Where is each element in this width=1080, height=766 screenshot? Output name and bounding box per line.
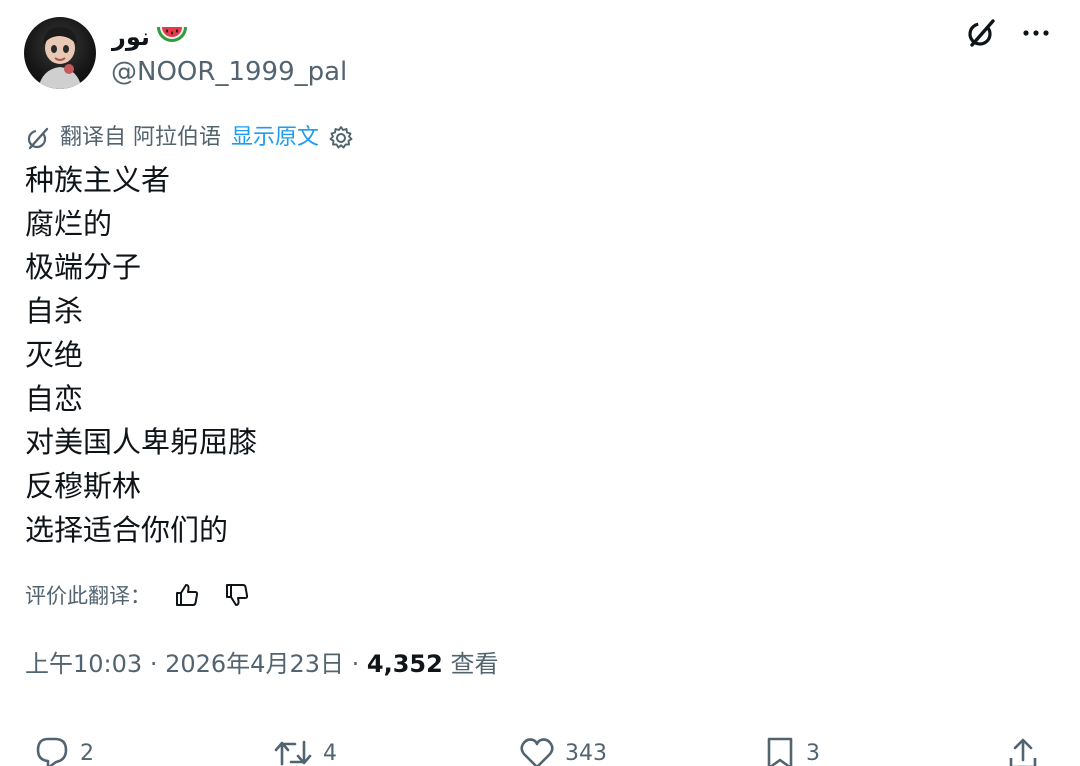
avatar[interactable] (24, 17, 96, 89)
tweet-line: 种族主义者 (25, 163, 171, 197)
meta-separator: · (351, 650, 360, 678)
like-button[interactable]: 343 (519, 736, 607, 766)
views-count: 4,352 (366, 650, 443, 678)
author-display-name[interactable]: نور (112, 22, 188, 53)
tweet-date[interactable]: 2026年4月23日 (165, 650, 344, 678)
gear-icon[interactable] (328, 125, 354, 151)
rate-translation-label: 评价此翻译： (25, 584, 151, 608)
heart-icon (520, 738, 554, 766)
share-icon (1009, 738, 1037, 766)
tweet-time[interactable]: 上午10:03 (25, 650, 142, 678)
repost-count: 4 (323, 740, 337, 766)
tweet-line: 反穆斯林 (25, 468, 142, 503)
repost-button[interactable]: 4 (273, 736, 337, 766)
tweet-meta: 上午10:03 · 2026年4月23日 · 4,352 查看 (25, 647, 498, 681)
translated-from-label: 翻译自 阿拉伯语 (60, 125, 221, 150)
rate-translation: 评价此翻译： (25, 580, 251, 610)
thumbs-up-icon[interactable] (173, 581, 201, 609)
bookmark-icon (767, 737, 793, 766)
reply-count: 2 (80, 740, 94, 766)
tweet-action-bar: 2 4 343 3 (0, 736, 1080, 766)
thumbs-down-icon[interactable] (223, 581, 251, 609)
repost-icon (274, 740, 312, 766)
views-label: 查看 (450, 650, 499, 678)
share-button[interactable] (1006, 736, 1040, 766)
tweet-line: 选择适合你们的 (25, 512, 229, 547)
meta-separator: · (149, 650, 158, 678)
like-count: 343 (565, 740, 607, 766)
translation-notice: 翻译自 阿拉伯语 显示原文 (26, 124, 354, 152)
tweet-line: 自杀 (25, 294, 84, 329)
show-original-link[interactable]: 显示原文 (231, 124, 319, 152)
tweet-line: 自恋 (25, 381, 84, 416)
tweet-header-actions (966, 18, 1050, 48)
bookmark-count: 3 (806, 740, 820, 766)
avatar-photo (38, 27, 82, 89)
watermelon-icon (156, 23, 188, 53)
tweet-line: 极端分子 (25, 250, 142, 285)
reply-button[interactable]: 2 (34, 736, 94, 766)
author-handle[interactable]: @NOOR_1999_pal (111, 56, 347, 88)
tweet-line: 腐烂的 (25, 206, 113, 241)
tweet-line: 灭绝 (25, 337, 84, 372)
grok-icon[interactable] (966, 18, 996, 48)
reply-icon (36, 737, 68, 766)
translate-icon (26, 126, 50, 150)
more-dots-icon[interactable] (1022, 29, 1050, 37)
tweet-detail: نور @NOOR_1999_pal 翻译自 阿拉伯语 显示原文 种族主义者 腐… (0, 0, 1080, 766)
tweet-text: 种族主义者 腐烂的 极端分子 自杀 灭绝 自恋 对美国人卑躬屈膝 反穆斯林 选择… (25, 159, 257, 552)
tweet-line: 对美国人卑躬屈膝 (25, 425, 258, 460)
author-name-text: نور (112, 23, 150, 51)
bookmark-button[interactable]: 3 (764, 736, 820, 766)
